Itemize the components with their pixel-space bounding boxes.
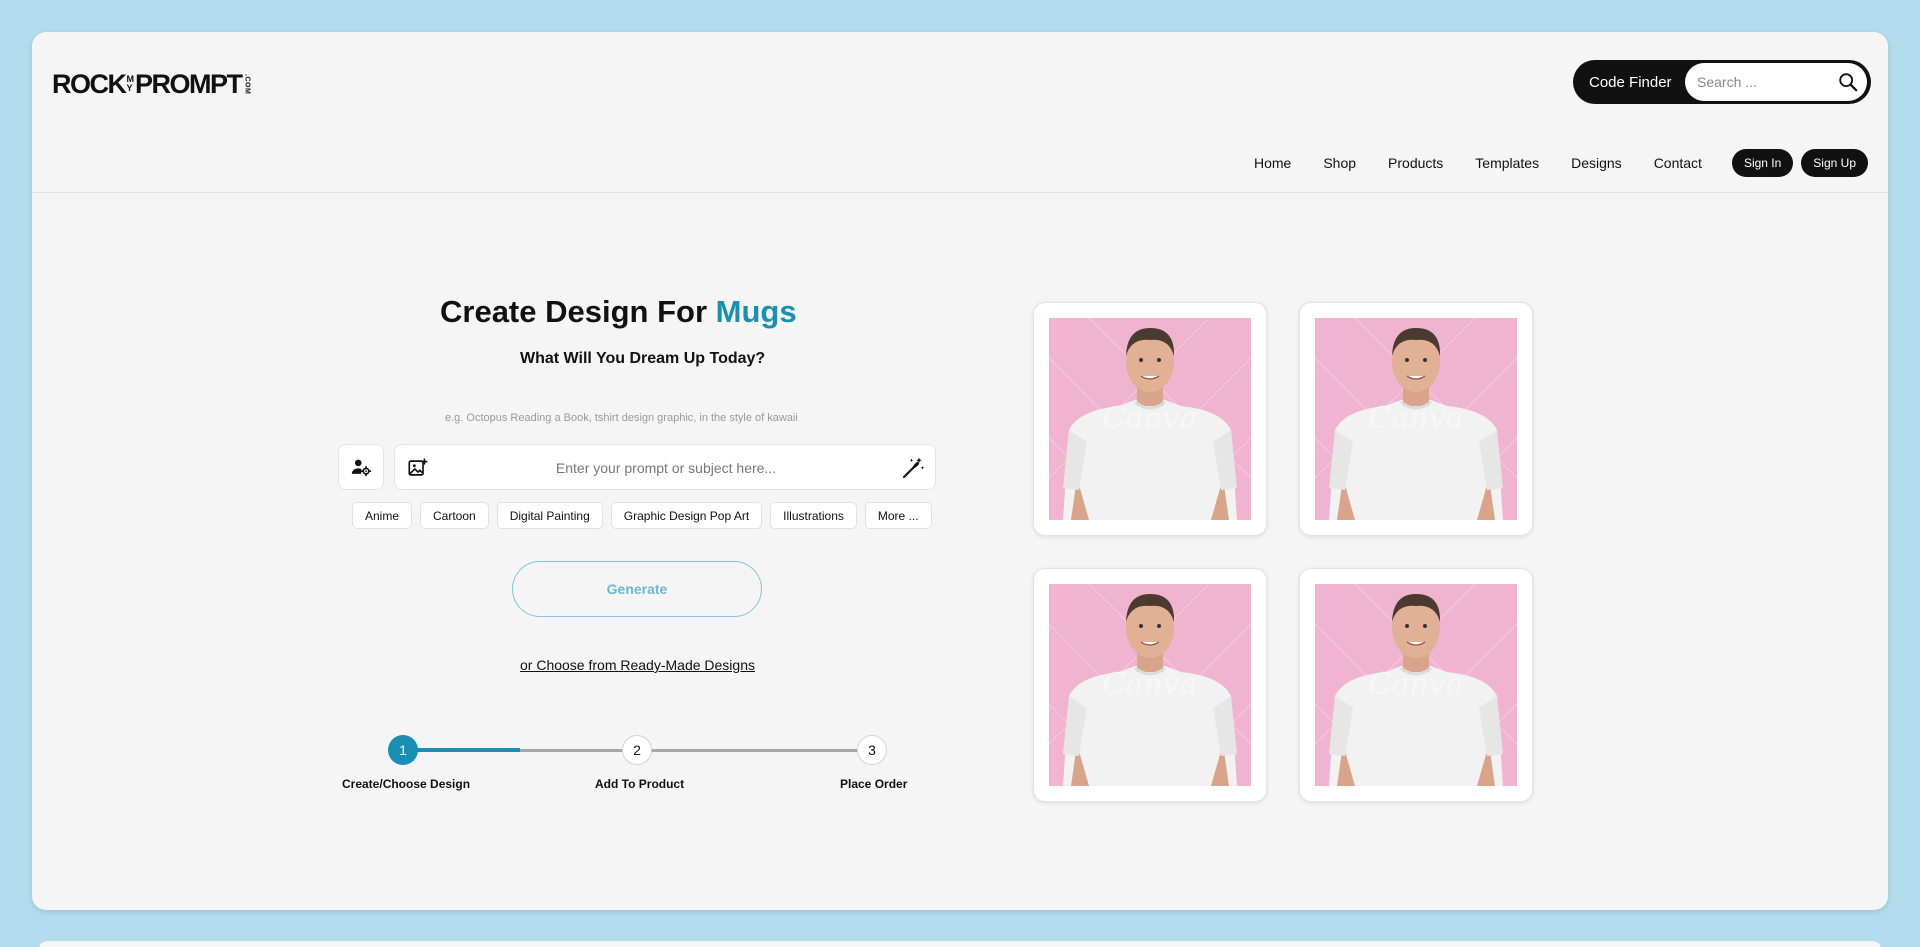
prompt-field xyxy=(394,444,936,490)
chip-anime[interactable]: Anime xyxy=(352,502,413,529)
chip-digital-painting[interactable]: Digital Painting xyxy=(496,502,603,529)
chip-illustrations[interactable]: Illustrations xyxy=(770,502,857,529)
nav-home[interactable]: Home xyxy=(1254,155,1291,171)
site-logo[interactable]: ROCK M Y PROMPT .COM xyxy=(52,68,251,99)
step-2-label: Add To Product xyxy=(595,777,685,791)
nav-designs[interactable]: Designs xyxy=(1571,155,1622,171)
man-white-tshirt-image: Canva xyxy=(1315,584,1517,786)
search-box xyxy=(1685,63,1867,101)
logo-text-prompt: PROMPT xyxy=(135,68,243,99)
watermark-text: Canva xyxy=(1369,401,1464,436)
nav-contact[interactable]: Contact xyxy=(1654,155,1702,171)
magic-wand-icon[interactable] xyxy=(901,456,925,480)
search-icon[interactable] xyxy=(1837,71,1859,93)
design-card-1[interactable]: Canva xyxy=(1033,302,1267,536)
sign-in-button[interactable]: Sign In xyxy=(1731,149,1794,177)
step-2-indicator: 2 xyxy=(622,735,652,765)
design-card-4[interactable]: Canva xyxy=(1299,568,1533,802)
man-white-tshirt-image: Canva xyxy=(1315,318,1517,520)
logo-text-rock: ROCK xyxy=(52,68,127,99)
code-finder-button[interactable]: Code Finder xyxy=(1573,74,1683,91)
chip-graphic-design-pop-art[interactable]: Graphic Design Pop Art xyxy=(610,502,763,529)
design-photo: Canva xyxy=(1049,318,1251,520)
nav-templates[interactable]: Templates xyxy=(1475,155,1539,171)
design-card-3[interactable]: Canva xyxy=(1033,568,1267,802)
step-1-label: Create/Choose Design xyxy=(342,777,471,791)
step-1-indicator: 1 xyxy=(388,735,418,765)
title-prefix: Create Design For xyxy=(440,294,708,329)
design-photo: Canva xyxy=(1315,318,1517,520)
logo-text-my: M Y xyxy=(126,74,135,93)
stepper-progress xyxy=(402,748,520,752)
title-product: Mugs xyxy=(715,294,797,329)
ready-made-designs-link[interactable]: or Choose from Ready-Made Designs xyxy=(520,657,755,673)
design-photo: Canva xyxy=(1315,584,1517,786)
design-photo: Canva xyxy=(1049,584,1251,786)
man-white-tshirt-image: Canva xyxy=(1049,584,1251,786)
design-card-2[interactable]: Canva xyxy=(1299,302,1533,536)
watermark-text: Canva xyxy=(1103,667,1198,702)
prompt-input[interactable] xyxy=(445,457,887,479)
step-3-indicator: 3 xyxy=(857,735,887,765)
header-divider xyxy=(32,192,1888,193)
nav-shop[interactable]: Shop xyxy=(1323,155,1356,171)
watermark-text: Canva xyxy=(1369,667,1464,702)
step-3-label: Place Order xyxy=(840,777,908,791)
watermark-text: Canva xyxy=(1103,401,1198,436)
prompt-example: e.g. Octopus Reading a Book, tshirt desi… xyxy=(445,412,798,424)
chip-more[interactable]: More ... xyxy=(864,502,932,529)
generate-button[interactable]: Generate xyxy=(512,561,762,617)
user-settings-icon xyxy=(351,459,372,477)
search-input[interactable] xyxy=(1685,74,1825,90)
prompt-settings-button[interactable] xyxy=(338,444,384,490)
main-nav: Home Shop Products Templates Designs Con… xyxy=(1222,148,1868,178)
logo-text-com: .COM xyxy=(243,73,251,95)
next-section-edge xyxy=(38,941,1882,947)
style-chips: Anime Cartoon Digital Painting Graphic D… xyxy=(352,502,940,529)
nav-products[interactable]: Products xyxy=(1388,155,1443,171)
chip-cartoon[interactable]: Cartoon xyxy=(420,502,489,529)
page-subtitle: What Will You Dream Up Today? xyxy=(520,350,766,367)
code-finder-search-bar: Code Finder xyxy=(1573,60,1871,104)
sign-up-button[interactable]: Sign Up xyxy=(1801,149,1868,177)
page-title: Create Design For Mugs xyxy=(440,294,797,330)
image-upload-icon[interactable] xyxy=(407,457,429,479)
man-white-tshirt-image: Canva xyxy=(1049,318,1251,520)
main-panel: ROCK M Y PROMPT .COM Code Finder Home Sh… xyxy=(32,32,1888,910)
